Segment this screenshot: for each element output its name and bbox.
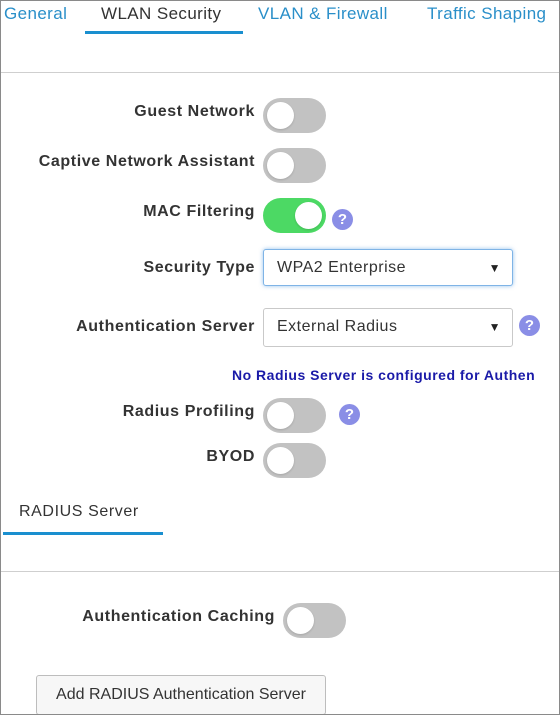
tab-wlan-security[interactable]: WLAN Security — [101, 4, 221, 24]
authentication-server-select[interactable]: External Radius ▼ — [263, 308, 513, 347]
security-type-select[interactable]: WPA2 Enterprise ▼ — [263, 249, 513, 286]
security-type-label: Security Type — [143, 259, 255, 276]
tabs-divider — [1, 72, 559, 73]
dropdown-arrow-icon: ▼ — [488, 261, 501, 275]
tab-general[interactable]: General — [4, 4, 67, 24]
captive-network-assistant-label: Captive Network Assistant — [38, 153, 255, 170]
tab-radius-server[interactable]: RADIUS Server — [19, 503, 139, 521]
toggle-knob — [295, 202, 322, 229]
authentication-server-value: External Radius — [277, 318, 398, 335]
toggle-knob — [267, 102, 294, 129]
radius-profiling-help-icon[interactable]: ? — [339, 404, 360, 425]
mac-filtering-toggle[interactable] — [263, 198, 326, 233]
security-type-value: WPA2 Enterprise — [277, 259, 407, 276]
authentication-server-label: Authentication Server — [76, 318, 255, 335]
toggle-knob — [267, 402, 294, 429]
captive-network-assistant-toggle[interactable] — [263, 148, 326, 183]
active-subtab-indicator — [3, 532, 163, 535]
toggle-knob — [267, 152, 294, 179]
guest-network-label: Guest Network — [134, 103, 255, 120]
toggle-knob — [267, 447, 294, 474]
byod-label: BYOD — [206, 448, 255, 465]
dropdown-arrow-icon: ▼ — [488, 320, 501, 334]
radius-profiling-label: Radius Profiling — [122, 403, 255, 420]
authentication-server-help-icon[interactable]: ? — [519, 315, 540, 336]
radius-profiling-toggle[interactable] — [263, 398, 326, 433]
add-radius-authentication-server-button[interactable]: Add RADIUS Authentication Server — [36, 675, 326, 714]
active-tab-indicator — [85, 31, 243, 34]
tab-traffic-shaping[interactable]: Traffic Shaping — [427, 4, 546, 24]
mac-filtering-help-icon[interactable]: ? — [332, 209, 353, 230]
toggle-knob — [287, 607, 314, 634]
tab-vlan-firewall[interactable]: VLAN & Firewall — [258, 4, 388, 24]
byod-toggle[interactable] — [263, 443, 326, 478]
authentication-caching-toggle[interactable] — [283, 603, 346, 638]
radius-warning-text: No Radius Server is configured for Authe… — [232, 367, 536, 383]
wlan-settings-panel: General WLAN Security VLAN & Firewall Tr… — [0, 0, 560, 715]
authentication-caching-label: Authentication Caching — [82, 608, 275, 625]
subtabs-divider — [1, 571, 559, 572]
mac-filtering-label: MAC Filtering — [143, 203, 255, 220]
guest-network-toggle[interactable] — [263, 98, 326, 133]
